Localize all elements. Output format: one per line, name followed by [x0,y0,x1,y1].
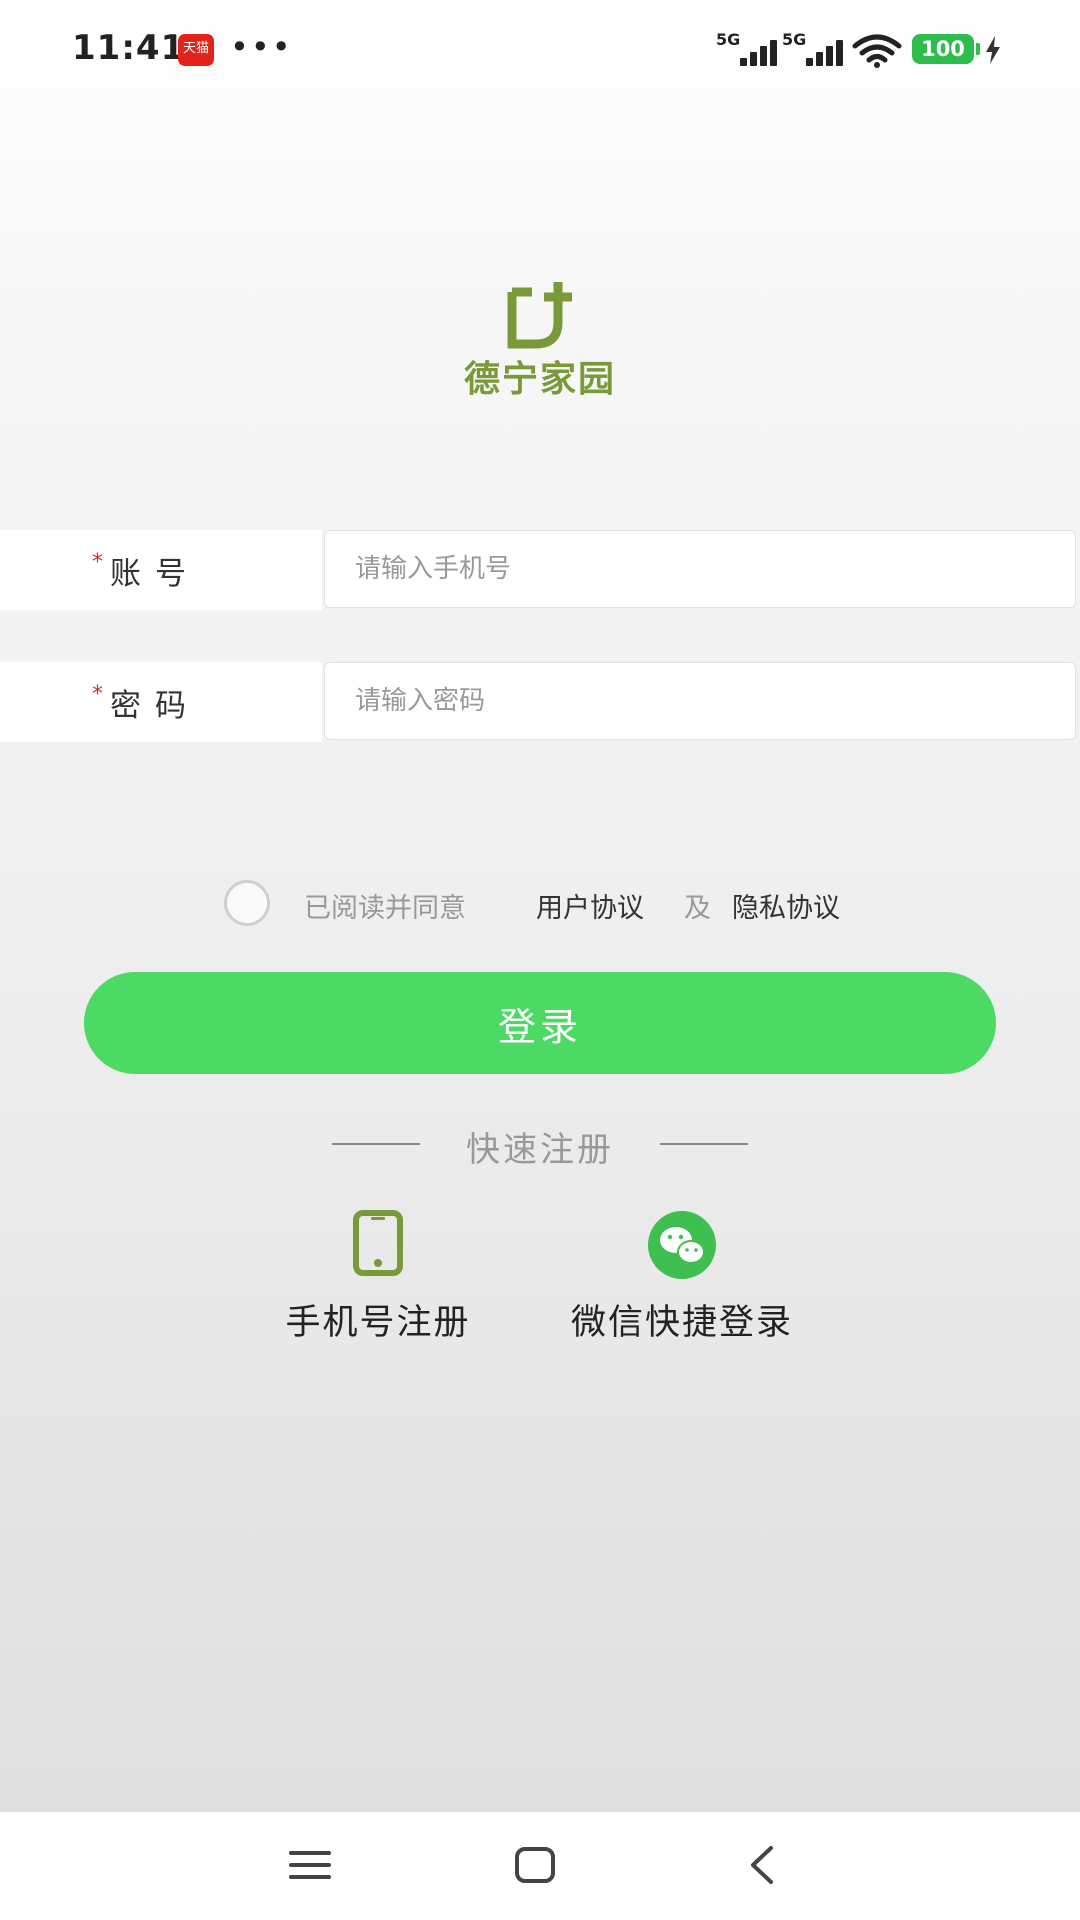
phone-register-option[interactable]: 手机号注册 [262,1210,494,1343]
agreement-row: 已阅读并同意 用户协议 及 隐私协议 [224,878,924,928]
signal-strength-icon: 5G [716,30,778,66]
logo-mark-icon [507,282,572,349]
divider-line-left [332,1143,420,1145]
password-label: * 密码 [0,662,322,742]
wechat-login-label: 微信快捷登录 [570,1303,793,1343]
status-bar: 11:41 天猫 ••• 5G 5G 100 [0,0,1080,100]
menu-icon[interactable] [285,1840,335,1890]
required-mark: * [92,682,103,707]
battery-indicator: 100 [912,34,980,64]
password-input[interactable] [324,662,1076,740]
required-mark: * [92,550,103,575]
divider-line-right [660,1143,748,1145]
account-row: * 账号 [0,530,1080,610]
tmall-app-icon: 天猫 [178,34,214,66]
wifi-icon [852,34,902,68]
account-label: * 账号 [0,530,322,610]
user-agreement-link[interactable]: 用户协议 [536,886,644,925]
login-button[interactable]: 登录 [84,972,996,1074]
app-logo: 德宁家园 [440,280,640,410]
status-time: 11:41 [72,28,186,68]
password-row: * 密码 [0,662,1080,742]
account-input[interactable] [324,530,1076,608]
agreement-conjunction: 及 [684,893,711,924]
password-label-text: 密码 [110,688,200,724]
more-notifications-icon: ••• [230,28,293,66]
signal-strength-icon: 5G [782,30,844,66]
wechat-icon [648,1211,716,1279]
charging-icon [986,36,1000,64]
quick-register-title: 快速注册 [466,1130,614,1170]
phone-register-label: 手机号注册 [285,1303,471,1343]
privacy-agreement-link[interactable]: 隐私协议 [732,886,840,925]
home-icon[interactable] [510,1840,560,1890]
wechat-login-option[interactable]: 微信快捷登录 [544,1210,820,1343]
agreement-checkbox[interactable] [224,880,270,926]
brand-name: 德宁家园 [463,359,616,400]
agreement-prefix: 已阅读并同意 [304,893,466,924]
phone-icon [353,1210,403,1276]
back-icon[interactable] [738,1840,788,1890]
network-type-label: 5G [782,30,807,49]
system-nav-bar [0,1812,1080,1920]
account-label-text: 账号 [110,556,200,592]
network-type-label: 5G [716,30,741,49]
